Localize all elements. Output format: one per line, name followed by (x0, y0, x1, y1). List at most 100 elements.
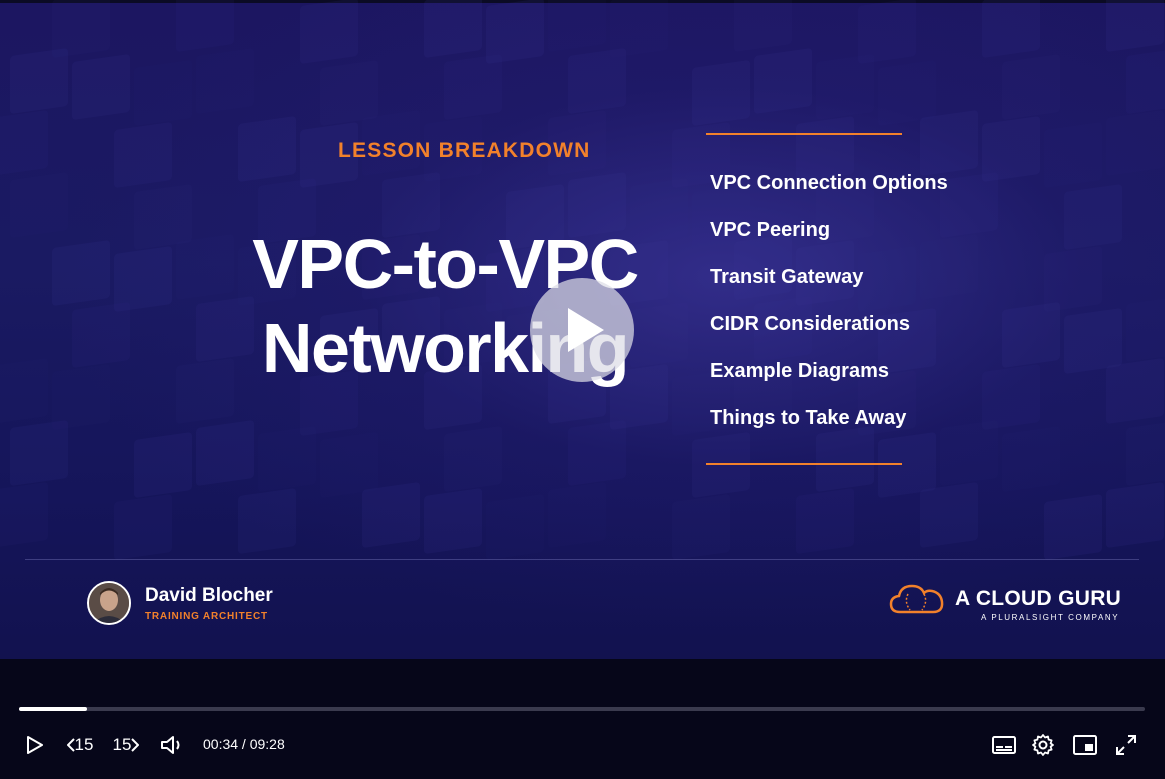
background-tile (796, 487, 854, 555)
topic-item: VPC Peering (710, 219, 831, 241)
background-tile (1002, 53, 1060, 121)
background-tile (176, 357, 234, 425)
play-icon (568, 308, 604, 352)
background-tile (424, 487, 482, 555)
background-tile (238, 115, 296, 183)
lesson-breakdown-heading: LESSON BREAKDOWN (338, 139, 591, 162)
avatar-icon (89, 583, 129, 623)
gear-icon (1032, 734, 1054, 756)
background-tile (72, 53, 130, 121)
duration: 09:28 (249, 736, 285, 752)
background-tile (176, 233, 234, 301)
background-tile (196, 47, 254, 115)
cloud-logo-icon (889, 584, 944, 614)
background-tile (692, 59, 750, 127)
player-controls: 15 15 00:34 / 09:28 (0, 659, 1165, 779)
topic-list: VPC Connection Options VPC Peering Trans… (710, 168, 948, 450)
skip-back-label: 15 (74, 735, 94, 754)
background-tile (114, 121, 172, 189)
background-tile (176, 0, 234, 53)
settings-button[interactable] (1029, 731, 1057, 759)
volume-icon (161, 736, 180, 754)
background-tile (52, 239, 110, 307)
background-tile (196, 419, 254, 487)
topic-item: Transit Gateway (710, 266, 864, 288)
topic-item: CIDR Considerations (710, 313, 911, 335)
volume-button[interactable] (158, 732, 186, 758)
background-tile (0, 109, 48, 177)
topics-top-rule (706, 133, 902, 135)
background-tile (548, 0, 606, 53)
background-tile (920, 109, 978, 177)
picture-in-picture-button[interactable] (1071, 732, 1099, 758)
background-tile (568, 47, 626, 115)
background-tile (1002, 425, 1060, 493)
background-tile (1002, 301, 1060, 369)
chevron-left-icon (66, 738, 75, 752)
background-tile (300, 0, 358, 65)
background-tile (114, 493, 172, 561)
background-tile (1106, 481, 1164, 549)
background-tile (734, 0, 792, 53)
topics-bottom-rule (706, 463, 902, 465)
background-tile (568, 419, 626, 487)
big-play-button[interactable] (530, 278, 634, 382)
background-tile (134, 59, 192, 127)
play-button[interactable] (22, 733, 48, 757)
background-tile (424, 0, 482, 59)
background-tile (10, 47, 68, 115)
background-tile (982, 0, 1040, 59)
fullscreen-icon (1116, 735, 1136, 755)
time-display: 00:34 / 09:28 (203, 736, 285, 752)
brand-name: A CLOUD GURU (955, 587, 1122, 610)
background-tile (258, 425, 316, 493)
topic-item: Example Diagrams (710, 360, 889, 382)
topic-item: Things to Take Away (710, 407, 907, 429)
background-tile (1126, 295, 1165, 363)
background-tile (486, 493, 544, 561)
background-tile (1126, 419, 1165, 487)
background-tile (1106, 109, 1164, 177)
fullscreen-button[interactable] (1112, 731, 1140, 759)
background-tile (362, 481, 420, 549)
background-tile (920, 481, 978, 549)
background-tile (444, 53, 502, 121)
brand-tagline: A PLURALSIGHT COMPANY (981, 613, 1120, 622)
footer-divider (25, 559, 1139, 560)
background-tile (754, 47, 812, 115)
presenter-avatar (87, 581, 131, 625)
presenter-name: David Blocher (145, 585, 273, 606)
background-tile (672, 493, 730, 561)
skip-forward-label: 15 (112, 735, 132, 754)
background-tile (548, 481, 606, 549)
background-tile (10, 171, 68, 239)
current-time: 00:34 (203, 736, 239, 752)
time-separator: / (238, 736, 250, 752)
video-frame[interactable]: LESSON BREAKDOWN VPC-to-VPC Networking V… (0, 0, 1165, 659)
background-tile (1126, 47, 1165, 115)
skip-forward-button[interactable]: 15 (108, 733, 144, 757)
background-tile (940, 419, 998, 487)
background-tile (72, 301, 130, 369)
play-icon (27, 736, 43, 754)
captions-button[interactable] (990, 732, 1018, 758)
skip-back-button[interactable]: 15 (62, 733, 98, 757)
chevron-right-icon (131, 738, 140, 752)
background-tile (0, 481, 48, 549)
background-tile (1044, 493, 1102, 561)
captions-icon (992, 736, 1016, 754)
background-tile (1044, 121, 1102, 189)
picture-in-picture-icon (1073, 735, 1097, 755)
background-tile (0, 357, 48, 425)
presenter-role: TRAINING ARCHITECT (145, 611, 268, 622)
progress-fill (19, 707, 87, 711)
progress-bar[interactable] (19, 707, 1145, 711)
background-tile (1064, 183, 1122, 251)
topic-item: VPC Connection Options (710, 172, 948, 194)
background-tile (134, 431, 192, 499)
background-tile (816, 53, 874, 121)
background-tile (238, 487, 296, 555)
background-tile (1106, 0, 1164, 53)
background-tile (940, 171, 998, 239)
background-tile (444, 425, 502, 493)
